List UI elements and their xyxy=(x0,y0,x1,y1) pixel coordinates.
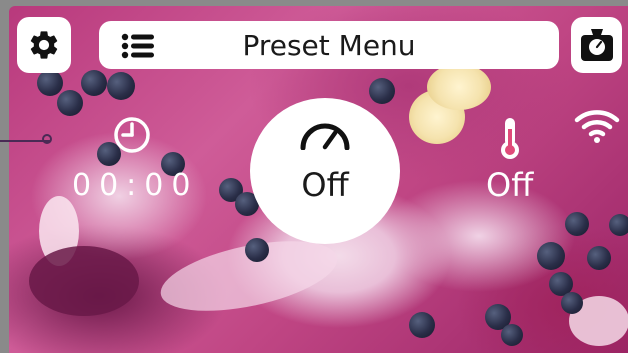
blueberry xyxy=(409,312,435,338)
list-icon xyxy=(121,33,154,59)
blueberry xyxy=(537,242,565,270)
blueberry xyxy=(561,292,583,314)
speed-control[interactable]: Off xyxy=(250,98,400,244)
timer-value: 00:00 xyxy=(72,168,199,203)
blueberry xyxy=(245,238,269,262)
wifi-icon xyxy=(574,110,620,143)
top-bar: Preset Menu xyxy=(17,17,622,73)
side-connector-dot xyxy=(42,134,52,144)
blueberry xyxy=(57,90,83,116)
scale-icon xyxy=(580,29,613,61)
background-swirl xyxy=(29,246,139,316)
speed-value: Off xyxy=(301,166,349,204)
temperature-value: Off xyxy=(486,166,534,204)
thermometer-icon xyxy=(501,118,519,159)
settings-button[interactable] xyxy=(17,17,71,73)
scale-button[interactable] xyxy=(571,17,622,73)
blueberry xyxy=(501,324,523,346)
page-title: Preset Menu xyxy=(242,28,416,62)
blueberry xyxy=(81,70,107,96)
preset-menu-button[interactable]: Preset Menu xyxy=(99,21,559,69)
speedometer-icon xyxy=(300,123,350,150)
blueberry xyxy=(369,78,395,104)
blueberry xyxy=(587,246,611,270)
blueberry xyxy=(565,212,589,236)
blueberry xyxy=(37,70,63,96)
blueberry xyxy=(609,214,628,236)
clock-icon xyxy=(114,117,150,153)
gear-icon xyxy=(30,31,58,59)
blueberry xyxy=(107,72,135,100)
